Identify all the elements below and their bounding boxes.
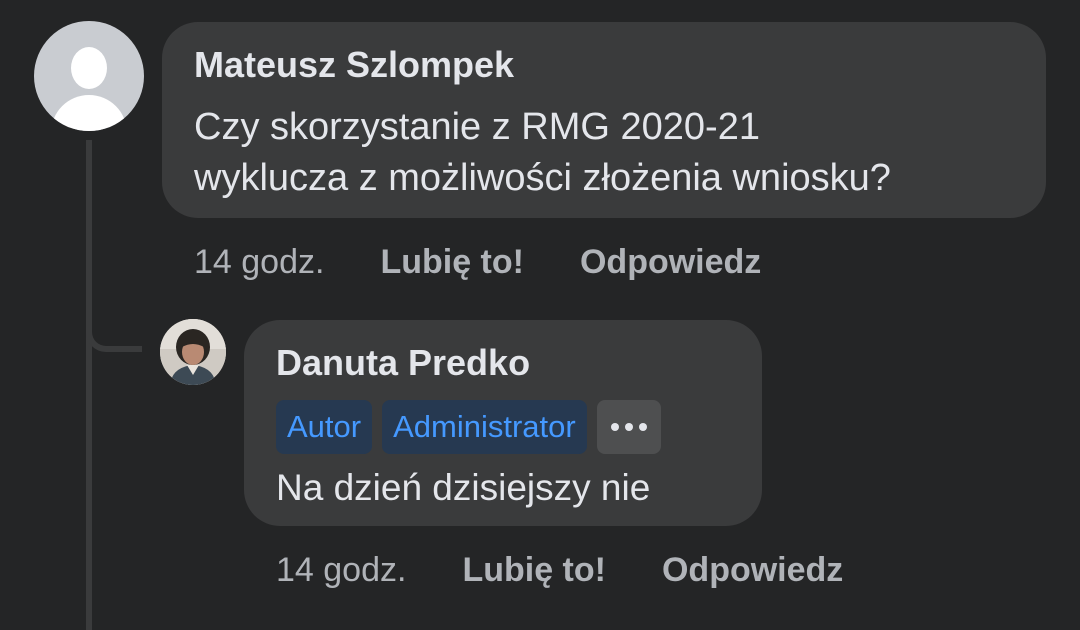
avatar-body-shape [51, 95, 127, 131]
more-dot [638, 423, 647, 431]
reply-connector-line [86, 300, 142, 352]
like-button[interactable]: Lubię to! [462, 550, 606, 590]
like-button[interactable]: Lubię to! [380, 242, 524, 282]
avatar-head-shape [71, 47, 107, 89]
profile-photo-image [160, 319, 226, 385]
reply-button[interactable]: Odpowiedz [662, 550, 843, 590]
reply-author-name[interactable]: Danuta Predko [276, 342, 762, 384]
comment-text: Czy skorzystanie z RMG 2020-21 wyklucza … [194, 102, 1046, 204]
comment-timestamp[interactable]: 14 godz. [194, 242, 324, 282]
comment-actions: 14 godz. Lubię to! Odpowiedz [194, 242, 761, 282]
reply-button[interactable]: Odpowiedz [580, 242, 761, 282]
reply-actions: 14 godz. Lubię to! Odpowiedz [276, 550, 843, 590]
comment-author-name[interactable]: Mateusz Szlompek [194, 44, 1046, 86]
reply-timestamp[interactable]: 14 godz. [276, 550, 406, 590]
default-avatar-icon[interactable] [34, 21, 144, 131]
more-horizontal-icon[interactable] [596, 400, 661, 454]
admin-badge[interactable]: Administrator [382, 400, 587, 454]
reply-text: Na dzień dzisiejszy nie [276, 467, 651, 508]
more-dot [624, 423, 633, 431]
author-badge[interactable]: Autor [276, 400, 373, 454]
thread-connector-line [86, 140, 92, 630]
comment-text-line: wyklucza z możliwości złożenia wniosku? [194, 157, 891, 199]
more-dot [610, 423, 619, 431]
comment-text-line: Czy skorzystanie z RMG 2020-21 [194, 106, 760, 148]
author-badges: Autor Administrator [276, 400, 762, 454]
profile-photo-avatar[interactable] [160, 319, 226, 385]
comment-bubble: Mateusz Szlompek Czy skorzystanie z RMG … [162, 22, 1046, 218]
reply-bubble: Danuta Predko Autor Administrator Na dzi… [244, 320, 762, 526]
